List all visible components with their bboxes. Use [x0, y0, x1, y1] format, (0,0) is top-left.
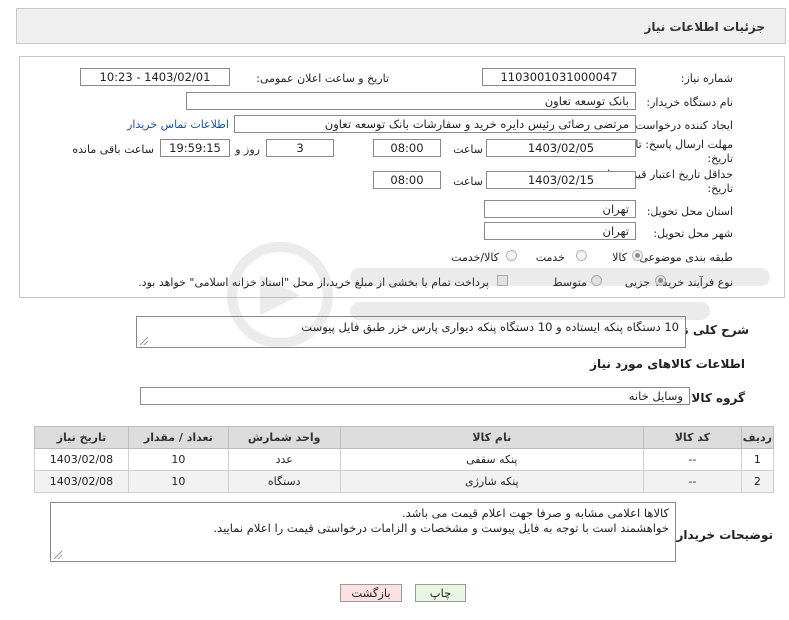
goods-table-header-row: ردیف کد کالا نام کالا واحد شمارش تعداد /…: [34, 426, 775, 449]
goods-group-field[interactable]: وسایل خانه: [140, 387, 690, 405]
announce-datetime-label: تاریخ و ساعت اعلان عمومی:: [256, 72, 389, 85]
deadline-label: مهلت ارسال پاسخ: تا: [635, 138, 733, 151]
price-validity-time-label: ساعت: [453, 175, 483, 188]
category-label: طبقه بندی موضوعی:: [635, 251, 733, 264]
table-row: 1 -- پنکه سقفی عدد 10 1403/02/08: [34, 448, 775, 471]
goods-table: ردیف کد کالا نام کالا واحد شمارش تعداد /…: [34, 426, 775, 493]
requester-field[interactable]: مرتضی رضائی رئیس دایره خرید و سفارشات با…: [234, 115, 636, 133]
goods-section-title: اطلاعات کالاهای مورد نیاز: [590, 357, 745, 371]
need-number-label: شماره نیاز:: [680, 72, 733, 85]
col-code-header: کد کالا: [642, 426, 742, 449]
days-label: روز و: [235, 143, 260, 156]
process-minor-label: جزیی: [624, 276, 650, 289]
category-goods-service-label: کالا/خدمت: [451, 251, 499, 264]
city-label: شهر محل تحویل:: [653, 227, 733, 240]
province-label: استان محل تحویل:: [646, 205, 733, 218]
cell-unit: دستگاه: [227, 470, 341, 493]
table-row: 2 -- پنکه شارژی دستگاه 10 1403/02/08: [34, 470, 775, 493]
cell-code: --: [642, 470, 742, 493]
need-number-field[interactable]: 1103001031000047: [482, 68, 636, 86]
requester-label: ایجاد کننده درخواست:: [631, 119, 733, 132]
cell-quantity: 10: [127, 470, 229, 493]
category-goods-label: کالا: [612, 251, 627, 264]
category-service-label: خدمت: [535, 251, 565, 264]
col-unit-header: واحد شمارش: [227, 426, 341, 449]
deadline-date-label: تاریخ:: [707, 152, 733, 165]
province-field[interactable]: تهران: [484, 200, 636, 218]
col-quantity-header: تعداد / مقدار: [127, 426, 229, 449]
cell-code: --: [642, 448, 742, 471]
buyer-org-label: نام دستگاه خریدار:: [646, 96, 733, 109]
goods-group-label: گروه کالا:: [686, 391, 745, 405]
cell-name: پنکه سقفی: [339, 448, 644, 471]
process-medium-label: متوسط: [552, 276, 587, 289]
resize-grip-icon[interactable]: [140, 337, 148, 345]
page-title: جزئیات اطلاعات نیاز: [644, 20, 765, 34]
buyer-notes-textarea[interactable]: کالاها اعلامی مشابه و صرفا جهت اعلام قیم…: [50, 502, 676, 562]
buyer-org-field[interactable]: بانک توسعه تعاون: [186, 92, 636, 110]
category-service-radio[interactable]: [576, 250, 587, 261]
col-need-date-header: تاریخ نیاز: [34, 426, 129, 449]
price-validity-date-field[interactable]: 1403/02/15: [486, 171, 636, 189]
deadline-date-field[interactable]: 1403/02/05: [486, 139, 636, 157]
remaining-time-label: ساعت باقی مانده: [72, 143, 154, 156]
announce-datetime-field[interactable]: 1403/02/01 - 10:23: [80, 68, 230, 86]
summary-text: 10 دستگاه پنکه ایستاده و 10 دستگاه پنکه …: [301, 320, 679, 334]
back-button[interactable]: بازگشت: [340, 584, 402, 602]
price-validity-date-label: تاریخ:: [707, 182, 733, 195]
deadline-time-label: ساعت: [453, 143, 483, 156]
city-field[interactable]: تهران: [484, 222, 636, 240]
process-type-label: نوع فرآیند خرید :: [655, 276, 733, 289]
price-validity-time-field[interactable]: 08:00: [373, 171, 441, 189]
remaining-days-field[interactable]: 3: [266, 139, 334, 157]
summary-textarea[interactable]: 10 دستگاه پنکه ایستاده و 10 دستگاه پنکه …: [136, 316, 686, 348]
page-header: جزئیات اطلاعات نیاز: [16, 8, 786, 44]
cell-unit: عدد: [227, 448, 341, 471]
buyer-contact-link[interactable]: اطلاعات تماس خریدار: [127, 118, 229, 131]
cell-name: پنکه شارژی: [339, 470, 644, 493]
print-button[interactable]: چاپ: [415, 584, 466, 602]
col-name-header: نام کالا: [339, 426, 644, 449]
resize-grip-icon[interactable]: [54, 551, 62, 559]
buyer-notes-line-1: کالاها اعلامی مشابه و صرفا جهت اعلام قیم…: [401, 506, 669, 520]
cell-need-date: 1403/02/08: [34, 470, 129, 493]
cell-row: 2: [740, 470, 775, 493]
cell-need-date: 1403/02/08: [34, 448, 129, 471]
remaining-time-field[interactable]: 19:59:15: [160, 139, 230, 157]
deadline-time-field[interactable]: 08:00: [373, 139, 441, 157]
cell-quantity: 10: [127, 448, 229, 471]
category-goods-radio[interactable]: [632, 250, 643, 261]
category-goods-service-radio[interactable]: [506, 250, 517, 261]
treasury-payment-note: پرداخت تمام یا بخشی از مبلغ خرید،از محل …: [138, 276, 489, 289]
col-row-header: ردیف: [740, 426, 775, 449]
treasury-payment-checkbox[interactable]: [497, 275, 508, 286]
cell-row: 1: [740, 448, 775, 471]
buyer-notes-line-2: خواهشمند است با توجه به فایل پیوست و مشخ…: [213, 521, 669, 535]
process-medium-radio[interactable]: [591, 275, 602, 286]
buyer-notes-label: توضیحات خریدار:: [671, 528, 773, 542]
process-minor-radio[interactable]: [655, 275, 666, 286]
